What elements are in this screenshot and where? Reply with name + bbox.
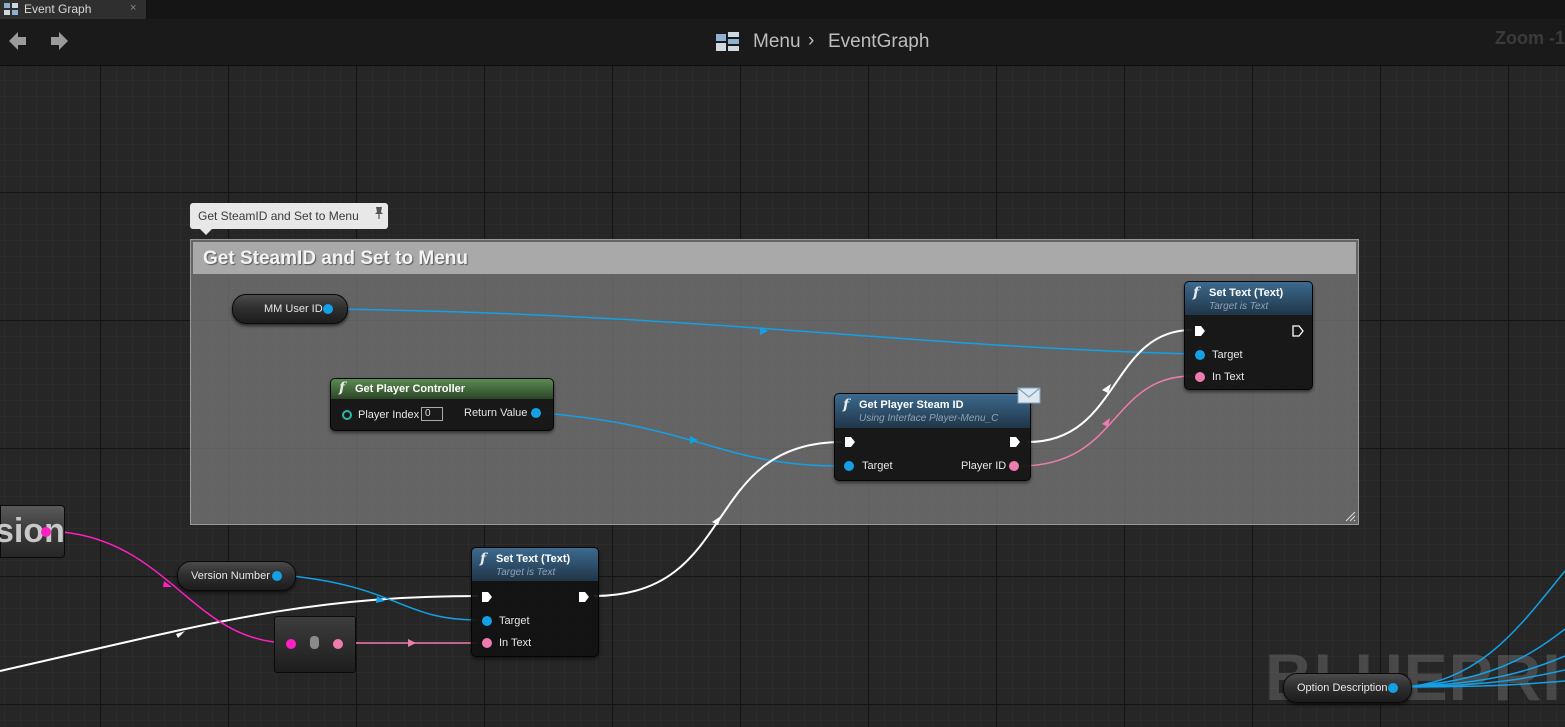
in-text-label: In Text <box>1212 371 1245 383</box>
exec-out-pin[interactable] <box>1009 436 1021 448</box>
in-text-label: In Text <box>499 637 532 649</box>
set-text-node-bottom[interactable]: f Set Text (Text) Target is Text Target … <box>471 547 599 657</box>
conversion-node[interactable] <box>274 616 356 673</box>
node-subtitle: Target is Text <box>1209 301 1269 312</box>
back-arrow-icon[interactable] <box>6 29 30 53</box>
node-subtitle: Target is Text <box>496 567 556 578</box>
get-player-steam-id-node[interactable]: f Get Player Steam ID Using Interface Pl… <box>834 387 1041 481</box>
node-title: Get Player Controller <box>355 383 466 395</box>
mm-user-id-node[interactable]: MM User ID <box>232 294 348 324</box>
player-index-pin[interactable] <box>342 410 352 420</box>
node-subtitle: Using Interface Player-Menu_C <box>859 413 999 424</box>
exec-in-pin[interactable] <box>844 436 856 448</box>
comment-title-bar[interactable]: Get SteamID and Set to Menu <box>193 242 1356 274</box>
wire-arrow <box>408 639 416 647</box>
function-icon: f <box>843 397 850 413</box>
exec-out-pin[interactable] <box>578 591 590 603</box>
in-text-pin[interactable] <box>1195 372 1205 382</box>
graph-icon <box>4 3 18 15</box>
breadcrumb-menu[interactable]: Menu <box>753 31 801 53</box>
return-value-label: Return Value <box>464 407 528 419</box>
in-text-pin[interactable] <box>482 638 492 648</box>
mm-user-id-label: MM User ID <box>264 303 323 315</box>
comment-bubble[interactable]: Get SteamID and Set to Menu <box>190 203 388 235</box>
option-description-node[interactable]: Option Description <box>1283 673 1412 703</box>
mm-user-id-pin[interactable] <box>323 304 333 314</box>
comment-bubble-text: Get SteamID and Set to Menu <box>198 209 359 223</box>
version-number-node[interactable]: Version Number <box>177 561 296 591</box>
comment-title: Get SteamID and Set to Menu <box>203 248 468 269</box>
function-icon: f <box>480 551 487 567</box>
tab-label: Event Graph <box>24 2 92 16</box>
function-icon: f <box>339 380 346 396</box>
version-string-pin[interactable] <box>41 527 51 537</box>
exec-in-pin[interactable] <box>1194 325 1206 337</box>
node-header: f Get Player Steam ID Using Interface Pl… <box>835 394 1030 428</box>
version-node-label: sion <box>0 512 65 550</box>
zoom-level: Zoom -1 <box>1495 28 1565 48</box>
exec-out-pin[interactable] <box>1292 325 1304 337</box>
pin-icon[interactable] <box>374 206 384 220</box>
player-id-label: Player ID <box>961 460 1007 472</box>
node-header: f Set Text (Text) Target is Text <box>1185 282 1312 315</box>
node-title: Set Text (Text) <box>1209 287 1284 299</box>
version-string-node[interactable]: sion <box>0 505 65 558</box>
tab-strip: Event Graph × <box>0 0 1565 19</box>
target-pin[interactable] <box>1195 350 1205 360</box>
wire-exec-left <box>0 595 479 672</box>
wire-arrow <box>376 596 385 603</box>
wire-version-number <box>281 574 479 621</box>
return-value-pin[interactable] <box>531 408 541 418</box>
resize-grip-icon[interactable] <box>1344 510 1356 522</box>
node-header: f Get Player Controller <box>331 379 553 399</box>
exec-in-pin[interactable] <box>481 591 493 603</box>
option-description-label: Option Description <box>1297 682 1388 694</box>
version-number-pin[interactable] <box>272 571 282 581</box>
conversion-in-pin[interactable] <box>286 639 296 649</box>
wire-arrow <box>176 631 185 638</box>
target-label: Target <box>1212 349 1243 361</box>
set-text-node-top[interactable]: f Set Text (Text) Target is Text Target … <box>1184 281 1313 390</box>
version-number-label: Version Number <box>191 570 270 582</box>
tab-event-graph[interactable]: Event Graph × <box>0 0 147 19</box>
forward-arrow-icon[interactable] <box>47 29 71 53</box>
target-pin[interactable] <box>844 461 854 471</box>
player-index-label: Player Index <box>358 409 420 421</box>
breadcrumb-eventgraph[interactable]: EventGraph <box>828 31 929 53</box>
message-icon <box>1017 387 1041 404</box>
node-title: Set Text (Text) <box>496 553 571 565</box>
graph-toolbar: Menu › EventGraph Zoom -1 <box>0 19 1565 66</box>
target-pin[interactable] <box>482 616 492 626</box>
graph-canvas[interactable]: BLUEPRINT Get SteamID and Set to Menu Ge… <box>0 66 1565 727</box>
function-icon: f <box>1193 285 1200 301</box>
conversion-out-pin[interactable] <box>333 639 343 649</box>
target-label: Target <box>862 460 893 472</box>
player-id-pin[interactable] <box>1009 461 1019 471</box>
widget-blueprint-icon <box>716 32 739 51</box>
breadcrumb-separator: › <box>808 30 815 51</box>
player-index-input[interactable]: 0 <box>421 407 443 421</box>
option-description-pin[interactable] <box>1388 683 1398 693</box>
target-label: Target <box>499 615 530 627</box>
get-player-controller-node[interactable]: f Get Player Controller Player Index 0 R… <box>330 378 554 431</box>
wire-arrow <box>163 581 172 587</box>
node-title: Get Player Steam ID <box>859 399 964 411</box>
close-icon[interactable]: × <box>130 2 136 14</box>
node-header: f Set Text (Text) Target is Text <box>472 548 598 581</box>
conversion-knob <box>310 636 319 649</box>
